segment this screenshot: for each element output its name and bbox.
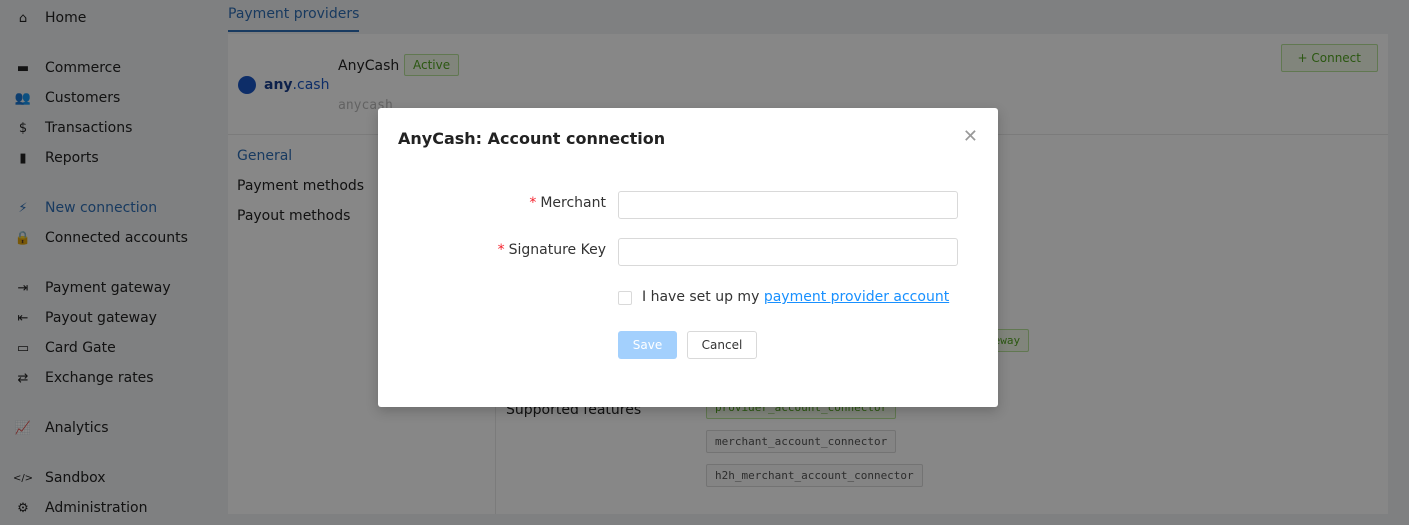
signature-key-input[interactable] <box>618 238 958 266</box>
checkbox-text: I have set up my <box>642 289 764 305</box>
close-icon[interactable]: ✕ <box>963 126 978 147</box>
merchant-input[interactable] <box>618 191 958 219</box>
account-setup-checkbox[interactable] <box>618 291 632 305</box>
label: Merchant <box>540 195 606 211</box>
save-button[interactable]: Save <box>618 331 677 359</box>
checkbox-label: I have set up my payment provider accoun… <box>642 289 949 305</box>
modal-title: AnyCash: Account connection <box>398 129 666 148</box>
signature-key-label: * Signature Key <box>497 242 606 258</box>
label: Signature Key <box>508 242 606 258</box>
cancel-button[interactable]: Cancel <box>687 331 757 359</box>
account-connection-modal: AnyCash: Account connection ✕ * Merchant … <box>378 108 998 407</box>
payment-provider-account-link[interactable]: payment provider account <box>764 289 949 305</box>
merchant-label: * Merchant <box>529 195 606 211</box>
